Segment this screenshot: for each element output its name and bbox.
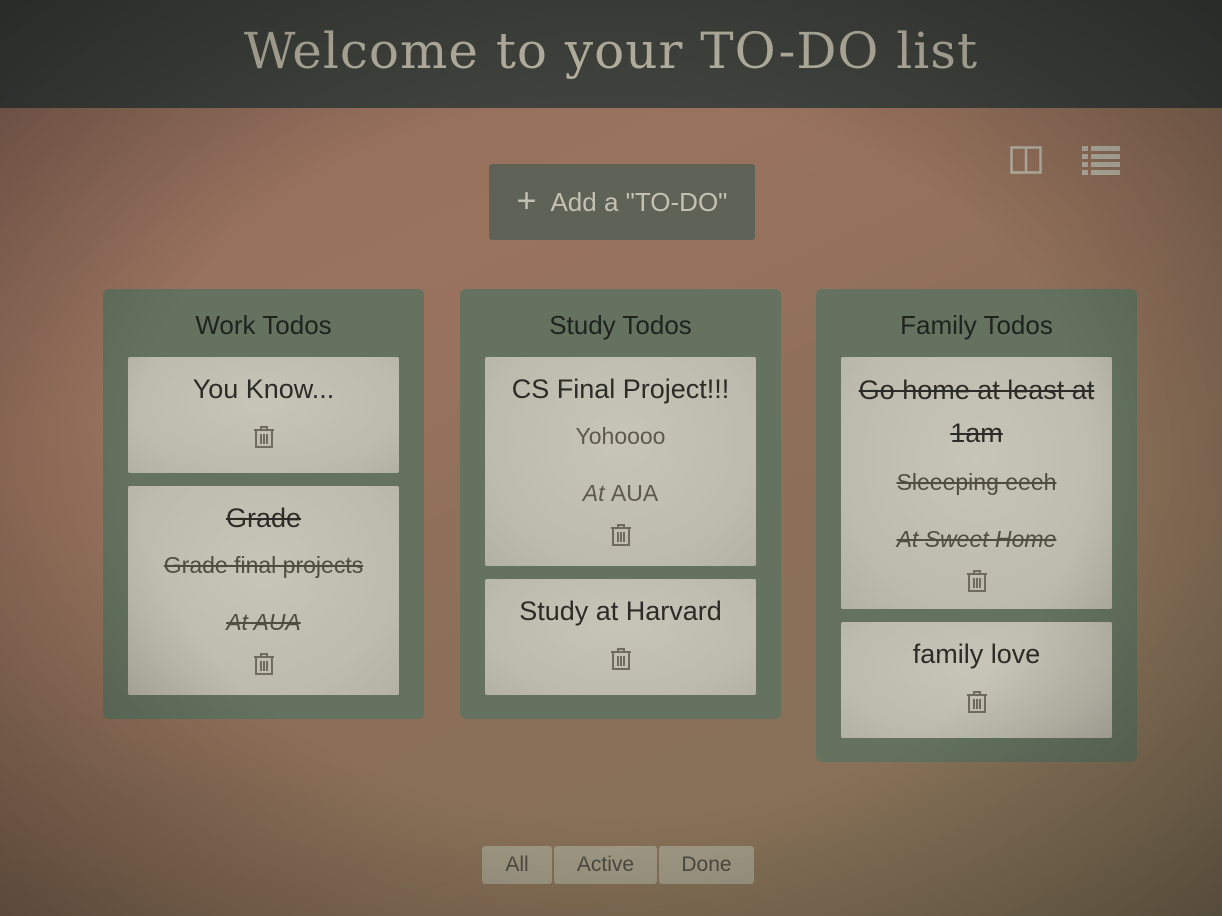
column-family: Family Todos Go home at least at 1am Sle… (816, 289, 1137, 762)
todo-location-prefix: At (896, 526, 919, 552)
column-title: Family Todos (900, 310, 1053, 340)
add-todo-label: Add a "TO-DO" (550, 186, 728, 217)
todo-title: Study at Harvard (519, 596, 722, 626)
list-icon (1082, 146, 1120, 175)
trash-icon[interactable] (610, 647, 632, 671)
todo-card[interactable]: CS Final Project!!! Yohoooo At AUA (485, 357, 756, 566)
column-title: Study Todos (549, 310, 692, 340)
list-view-button[interactable] (1081, 143, 1121, 177)
todo-title: Grade (225, 503, 302, 533)
todo-location-value: AUA (253, 609, 301, 635)
todo-location-prefix: At (226, 609, 248, 635)
trash-icon[interactable] (966, 690, 988, 714)
column-work: Work Todos You Know... Grade Grade final… (103, 289, 424, 719)
todo-location-value: Sweet Home (924, 526, 1057, 552)
trash-icon[interactable] (610, 523, 632, 547)
filter-all-button[interactable]: All (482, 846, 552, 884)
todo-title: You Know... (192, 374, 335, 404)
column-title: Work Todos (195, 310, 332, 340)
todo-location-prefix: At (582, 480, 605, 506)
todo-title: CS Final Project!!! (511, 374, 730, 404)
plus-icon: + (516, 181, 537, 220)
todo-card[interactable]: You Know... (128, 357, 399, 473)
filter-active-button[interactable]: Active (554, 846, 657, 884)
todo-description: Sleeeping eeeh (896, 469, 1057, 495)
todo-location: At AUA (499, 480, 742, 507)
header-bar: Welcome to your TO-DO list (0, 0, 1222, 108)
todo-title: family love (912, 639, 1041, 669)
todo-title: Go home at least at 1am (858, 375, 1095, 448)
todo-location-value: AUA (610, 480, 659, 506)
add-todo-button[interactable]: + Add a "TO-DO" (489, 164, 755, 240)
todo-card[interactable]: Study at Harvard (485, 579, 756, 695)
filter-bar: All Active Done (482, 846, 754, 884)
todo-card[interactable]: Grade Grade final projects At AUA (128, 486, 399, 695)
trash-icon[interactable] (966, 569, 988, 593)
todo-card[interactable]: family love (841, 622, 1112, 738)
columns-view-button[interactable] (1006, 143, 1046, 177)
trash-icon[interactable] (253, 425, 275, 449)
page-title: Welcome to your TO-DO list (243, 22, 979, 80)
todo-description: Yohoooo (575, 423, 666, 449)
filter-done-button[interactable]: Done (659, 846, 754, 884)
trash-icon[interactable] (253, 652, 275, 676)
todo-description: Grade final projects (163, 552, 364, 578)
todo-card[interactable]: Go home at least at 1am Sleeeping eeeh A… (841, 357, 1112, 609)
column-study: Study Todos CS Final Project!!! Yohoooo … (460, 289, 781, 719)
columns-icon (1010, 146, 1042, 174)
todo-location: At AUA (142, 609, 385, 636)
todo-location: At Sweet Home (855, 526, 1098, 553)
